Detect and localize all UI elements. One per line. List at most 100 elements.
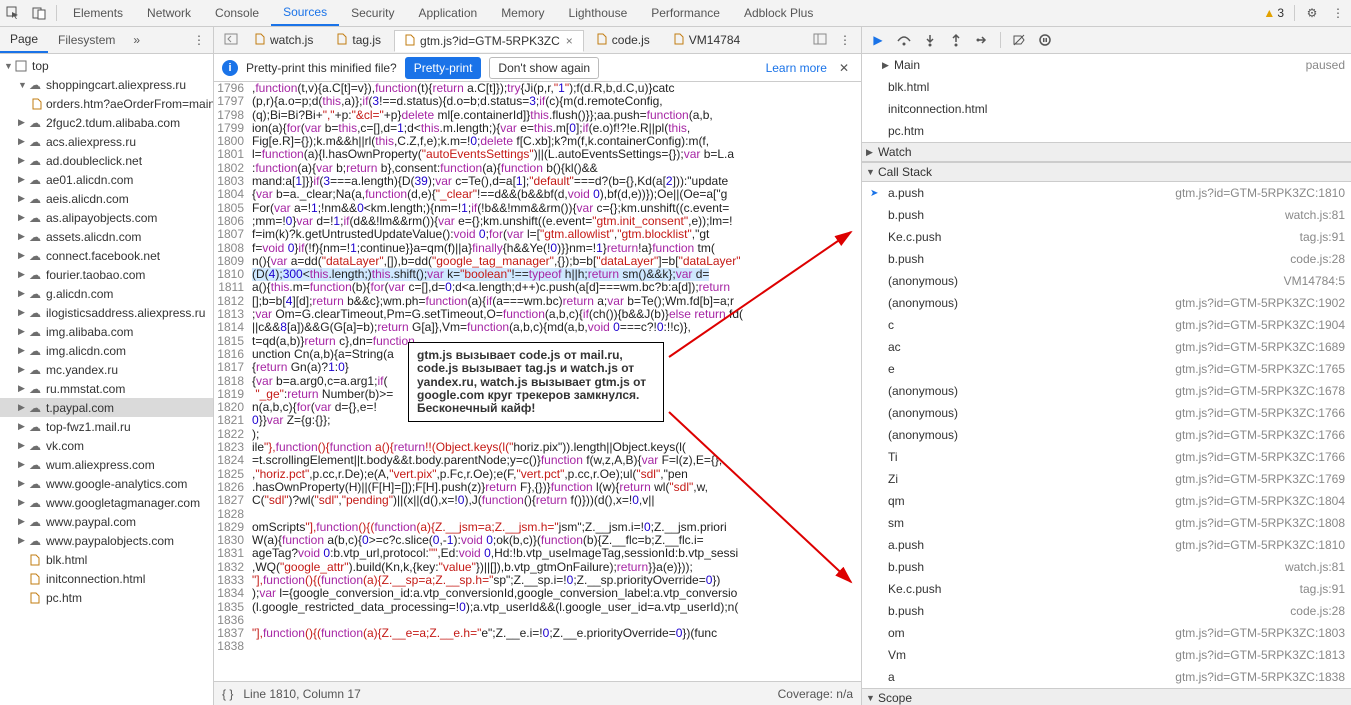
code-line[interactable]: 1806;mm=!0}var d=!1;if(d&&!lm&&rm()){var… [214,215,861,228]
code-line[interactable]: 1814||c&&8[a])&&G(G[a]=b);return G[a]},V… [214,321,861,334]
line-number[interactable]: 1835 [214,601,252,614]
line-number[interactable]: 1837 [214,627,252,640]
tab-security[interactable]: Security [339,0,406,26]
stack-frame[interactable]: Zigtm.js?id=GTM-5RPK3ZC:1769 [862,468,1351,490]
tree-item[interactable]: ▶☁ad.doubleclick.net [0,151,213,170]
file-tab[interactable]: watch.js [244,29,324,51]
file-tab[interactable]: VM14784 [663,29,751,51]
code-line[interactable]: 1829omScripts"],function(){(function(a){… [214,521,861,534]
code-line[interactable]: 1810(D(4);300<this.length;)this.shift();… [214,268,861,281]
stack-frame[interactable]: agtm.js?id=GTM-5RPK3ZC:1838 [862,666,1351,688]
tree-item[interactable]: ▶☁www.paypal.com [0,512,213,531]
line-number[interactable]: 1802 [214,162,252,175]
step-out-icon[interactable] [944,28,968,52]
line-number[interactable]: 1827 [214,494,252,507]
tab-console[interactable]: Console [203,0,271,26]
code-line[interactable]: 1811a(){this.m=function(b){for(var c=[],… [214,281,861,294]
line-number[interactable]: 1816 [214,348,252,361]
line-number[interactable]: 1796 [214,82,252,95]
stack-frame[interactable]: b.pushcode.js:28 [862,600,1351,622]
stack-frame[interactable]: (anonymous)gtm.js?id=GTM-5RPK3ZC:1766 [862,402,1351,424]
tab-filesystem[interactable]: Filesystem [48,27,125,53]
code-line[interactable]: 1812[];b=b[4][d];return b&&c};wm.ph=func… [214,295,861,308]
code-line[interactable]: 1826.hasOwnProperty(H)||(F[H]=[]);F[H].p… [214,481,861,494]
line-number[interactable]: 1810 [214,268,252,281]
line-number[interactable]: 1838 [214,640,252,653]
code-line[interactable]: 1838 [214,640,861,653]
resume-icon[interactable]: ▶ [866,28,890,52]
file-tab[interactable]: gtm.js?id=GTM-5RPK3ZC× [394,30,584,52]
line-number[interactable]: 1822 [214,428,252,441]
code-line[interactable]: 1831ageTag?void 0:b.vtp_url,protocol:"",… [214,547,861,560]
line-number[interactable]: 1832 [214,561,252,574]
stack-frame[interactable]: omgtm.js?id=GTM-5RPK3ZC:1803 [862,622,1351,644]
line-number[interactable]: 1829 [214,521,252,534]
file-tabs-more-icon[interactable]: ⋮ [833,33,857,47]
stack-frame[interactable]: egtm.js?id=GTM-5RPK3ZC:1765 [862,358,1351,380]
code-line[interactable]: 1798(q);Bi=Bi?Bi+","+p:"&cl="+p}delete m… [214,109,861,122]
code-line[interactable]: 1828 [214,508,861,521]
context-row[interactable]: blk.html [862,76,1351,98]
line-number[interactable]: 1825 [214,468,252,481]
stack-frame[interactable]: qmgtm.js?id=GTM-5RPK3ZC:1804 [862,490,1351,512]
line-number[interactable]: 1804 [214,188,252,201]
tree-item[interactable]: ▶☁as.alipayobjects.com [0,208,213,227]
code-line[interactable]: 1822); [214,428,861,441]
stack-frame[interactable]: Ke.c.pushtag.js:91 [862,578,1351,600]
tab-page[interactable]: Page [0,27,48,53]
code-line[interactable]: 1837"],function(){(function(a){Z.__e=a;Z… [214,627,861,640]
settings-icon[interactable]: ⚙ [1299,0,1325,26]
code-line[interactable]: 1825,"horiz.pct",p.cc,r.De);e(A,"vert.pi… [214,468,861,481]
tree-item[interactable]: ▶☁img.alicdn.com [0,341,213,360]
tree-item[interactable]: ▶☁aeis.alicdn.com [0,189,213,208]
line-number[interactable]: 1798 [214,109,252,122]
line-number[interactable]: 1799 [214,122,252,135]
tab-sources[interactable]: Sources [271,0,339,26]
inspect-icon[interactable] [0,0,26,26]
tree-item[interactable]: ▶☁t.paypal.com [0,398,213,417]
stack-frame[interactable]: Ke.c.pushtag.js:91 [862,226,1351,248]
pause-exceptions-icon[interactable] [1033,28,1057,52]
code-line[interactable]: 1813;var Om=G.clearTimeout,Pm=G.setTimeo… [214,308,861,321]
tree-item[interactable]: ▶☁vk.com [0,436,213,455]
code-line[interactable]: 1799ion(a){for(var b=this,c=[],d=1;d<thi… [214,122,861,135]
stack-frame[interactable]: (anonymous)gtm.js?id=GTM-5RPK3ZC:1902 [862,292,1351,314]
line-number[interactable]: 1820 [214,401,252,414]
code-line[interactable]: 1836 [214,614,861,627]
tree-item[interactable]: ▶☁fourier.taobao.com [0,265,213,284]
stack-frame[interactable]: (anonymous)gtm.js?id=GTM-5RPK3ZC:1678 [862,380,1351,402]
line-number[interactable]: 1800 [214,135,252,148]
banner-close-icon[interactable]: ✕ [835,61,853,75]
stack-frame[interactable]: (anonymous)gtm.js?id=GTM-5RPK3ZC:1766 [862,424,1351,446]
stack-frame[interactable]: cgtm.js?id=GTM-5RPK3ZC:1904 [862,314,1351,336]
tree-item[interactable]: ▶☁www.google-analytics.com [0,474,213,493]
code-line[interactable]: 1835(l.google_restricted_data_processing… [214,601,861,614]
line-number[interactable]: 1815 [214,335,252,348]
show-navigator-icon[interactable] [807,33,833,48]
stack-frame[interactable]: b.pushcode.js:28 [862,248,1351,270]
tree-item[interactable]: ▶☁img.alibaba.com [0,322,213,341]
code-line[interactable]: 1801l=function(a){l.hasOwnProperty("auto… [214,148,861,161]
file-tab[interactable]: tag.js [326,29,392,51]
line-number[interactable]: 1819 [214,388,252,401]
tree-item[interactable]: ▶☁2fguc2.tdum.alibaba.com [0,113,213,132]
tab-memory[interactable]: Memory [489,0,556,26]
code-line[interactable]: 1834);var l={google_conversion_id:a.vtp_… [214,587,861,600]
line-number[interactable]: 1805 [214,202,252,215]
tab-adblock-plus[interactable]: Adblock Plus [732,0,825,26]
line-number[interactable]: 1801 [214,148,252,161]
line-number[interactable]: 1809 [214,255,252,268]
file-tree[interactable]: ▼top▼☁shoppingcart.aliexpress.ruorders.h… [0,54,213,705]
line-number[interactable]: 1833 [214,574,252,587]
tree-item[interactable]: orders.htm?aeOrderFrom=main_shopcart&ava… [0,94,213,113]
line-number[interactable]: 1808 [214,242,252,255]
code-line[interactable]: 1807f=im(k)?k.getUntrustedUpdateValue():… [214,228,861,241]
code-line[interactable]: 1823ile"},function(){function a(){return… [214,441,861,454]
line-number[interactable]: 1803 [214,175,252,188]
tree-item[interactable]: ▶☁ae01.alicdn.com [0,170,213,189]
line-number[interactable]: 1836 [214,614,252,627]
step-into-icon[interactable] [918,28,942,52]
tab-network[interactable]: Network [135,0,203,26]
learn-more-link[interactable]: Learn more [766,61,827,75]
stack-frame[interactable]: a.pushgtm.js?id=GTM-5RPK3ZC:1810 [862,182,1351,204]
